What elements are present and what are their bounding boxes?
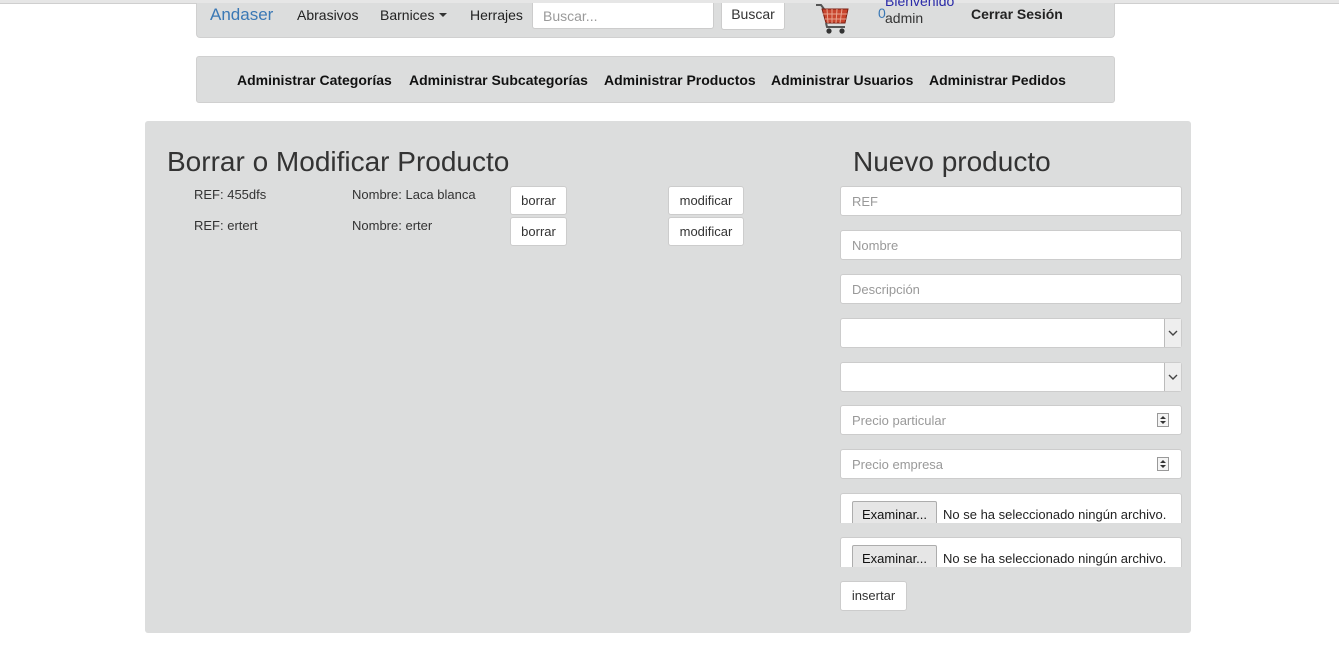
price-company-input[interactable] — [840, 449, 1182, 479]
description-input[interactable] — [840, 274, 1182, 304]
edit-button[interactable]: modificar — [668, 217, 744, 246]
product-ref: REF: 455dfs — [194, 187, 267, 202]
browse-button[interactable]: Examinar... — [852, 501, 937, 523]
admin-link-products[interactable]: Administrar Productos — [604, 72, 756, 88]
username: admin — [885, 10, 924, 26]
subcategory-select[interactable] — [840, 362, 1182, 392]
search-button[interactable]: Buscar — [721, 3, 785, 30]
search-input[interactable] — [532, 3, 714, 29]
new-product-title: Nuevo producto — [853, 146, 1051, 177]
products-title: Borrar o Modificar Producto — [167, 146, 510, 177]
nav-link-herrajes[interactable]: Herrajes — [470, 7, 523, 23]
product-ref: REF: ertert — [194, 218, 258, 233]
product-name: Nombre: erter — [352, 218, 433, 233]
product-name: Nombre: Laca blanca — [352, 187, 476, 202]
welcome-text: Bienvenido — [885, 0, 955, 9]
admin-menu: Administrar Categorías Administrar Subca… — [196, 56, 1115, 103]
name-input[interactable] — [840, 230, 1182, 260]
nav-link-abrasivos[interactable]: Abrasivos — [297, 7, 358, 23]
file-status-text: No se ha seleccionado ningún archivo. — [943, 551, 1167, 566]
admin-link-categories[interactable]: Administrar Categorías — [237, 72, 392, 88]
delete-button[interactable]: borrar — [510, 217, 567, 246]
chevron-down-icon — [1164, 319, 1181, 347]
browse-button[interactable]: Examinar... — [852, 545, 937, 567]
price-company-field — [840, 449, 1182, 479]
ref-input[interactable] — [840, 186, 1182, 216]
image-file-input-1: Examinar... No se ha seleccionado ningún… — [840, 493, 1182, 523]
main-panel: Borrar o Modificar Producto REF: 455dfs … — [145, 121, 1191, 633]
chevron-down-icon — [1164, 363, 1181, 391]
insert-button[interactable]: insertar — [840, 581, 907, 611]
nav-dropdown-barnices[interactable]: Barnices — [380, 7, 448, 23]
navbar: Andaser Abrasivos Barnices Herrajes Busc… — [196, 0, 1115, 38]
logout-link[interactable]: Cerrar Sesión — [971, 6, 1063, 22]
delete-button[interactable]: borrar — [510, 186, 567, 215]
price-private-input[interactable] — [840, 405, 1182, 435]
edit-button[interactable]: modificar — [668, 186, 744, 215]
category-select[interactable] — [840, 318, 1182, 348]
caret-down-icon — [439, 13, 448, 18]
admin-link-users[interactable]: Administrar Usuarios — [771, 72, 913, 88]
image-file-input-2: Examinar... No se ha seleccionado ningún… — [840, 537, 1182, 567]
price-private-field — [840, 405, 1182, 435]
brand-link[interactable]: Andaser — [210, 5, 273, 25]
spinner-arrows-icon[interactable] — [1157, 457, 1169, 471]
admin-link-orders[interactable]: Administrar Pedidos — [929, 72, 1066, 88]
file-status-text: No se ha seleccionado ningún archivo. — [943, 507, 1167, 522]
admin-link-subcategories[interactable]: Administrar Subcategorías — [409, 72, 588, 88]
nav-dropdown-label: Barnices — [380, 7, 435, 23]
cart-icon[interactable] — [815, 3, 851, 35]
spinner-arrows-icon[interactable] — [1157, 413, 1169, 427]
